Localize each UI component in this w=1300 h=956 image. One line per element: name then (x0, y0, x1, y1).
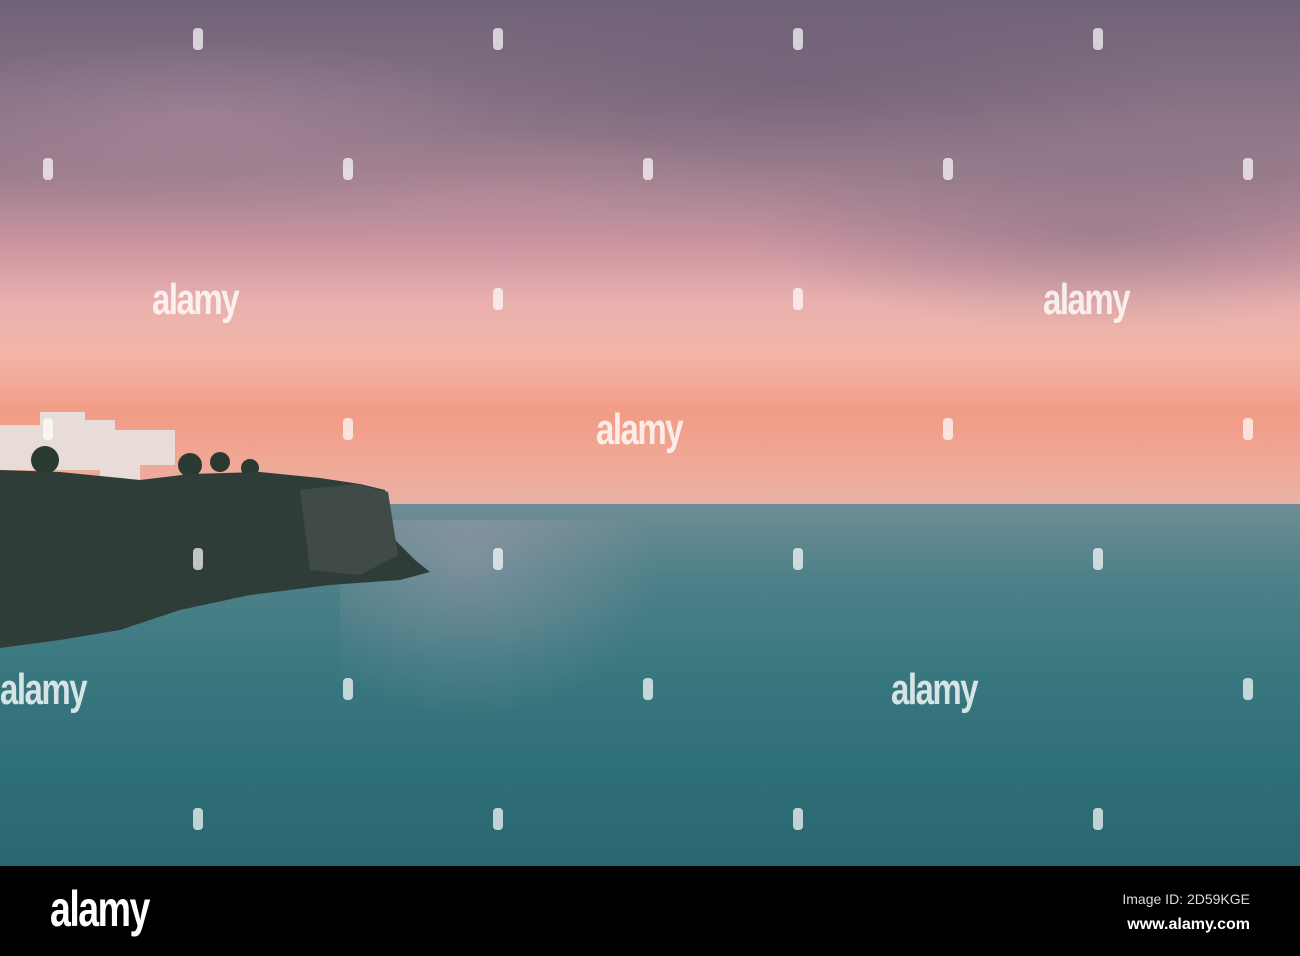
site-url: www.alamy.com (1127, 916, 1250, 933)
watermark-mark (193, 28, 203, 50)
watermark-mark (493, 28, 503, 50)
watermark-mark (1093, 548, 1103, 570)
rock-face (300, 484, 398, 575)
watermark-mark (343, 418, 353, 440)
watermark-mark (493, 288, 503, 310)
watermark-mark (1243, 158, 1253, 180)
watermark-mark (793, 808, 803, 830)
watermark-mark (43, 418, 53, 440)
watermark-mark (193, 808, 203, 830)
watermark-mark (793, 28, 803, 50)
watermark-mark (793, 548, 803, 570)
footer-bar: alamy Image ID: 2D59KGE www.alamy.com (0, 866, 1300, 956)
watermark-mark (643, 158, 653, 180)
alamy-logo: alamy (50, 881, 150, 937)
watermark-mark (643, 678, 653, 700)
image-id: Image ID: 2D59KGE (1122, 891, 1250, 907)
watermark: alamy (1043, 275, 1131, 324)
watermark: alamy (891, 665, 979, 714)
watermark-mark (43, 158, 53, 180)
photo: alamy alamy alamy alamy alamy (0, 0, 1300, 866)
watermark: alamy (152, 275, 240, 324)
watermark: alamy (0, 665, 88, 714)
watermark-mark (193, 548, 203, 570)
watermark-mark (493, 548, 503, 570)
buildings (0, 412, 175, 480)
watermark-mark (1093, 808, 1103, 830)
watermark-mark (1093, 28, 1103, 50)
watermark-mark (1243, 418, 1253, 440)
watermark-mark (1243, 678, 1253, 700)
watermark: alamy (596, 405, 684, 454)
watermark-mark (943, 158, 953, 180)
watermark-mark (343, 158, 353, 180)
watermark-mark (343, 678, 353, 700)
watermark-mark (493, 808, 503, 830)
watermark-mark (943, 418, 953, 440)
watermark-mark (793, 288, 803, 310)
